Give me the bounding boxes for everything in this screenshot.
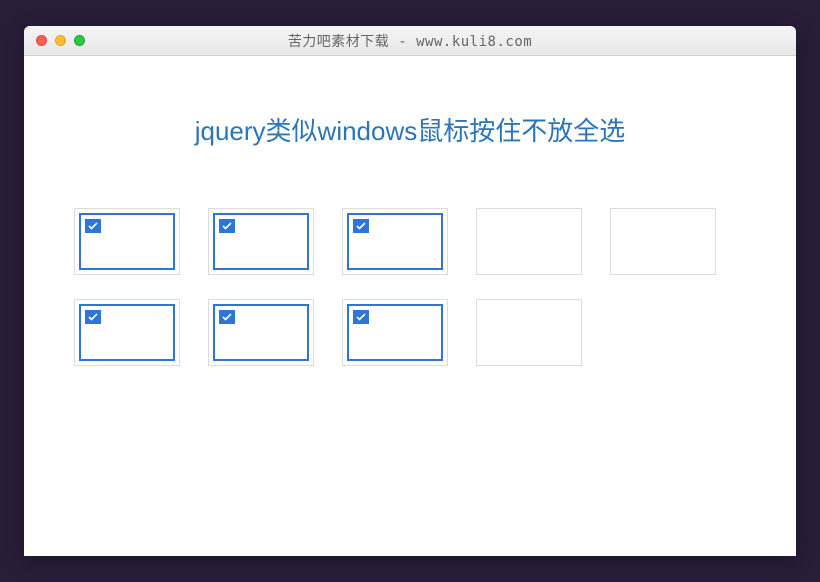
grid-item[interactable] — [342, 299, 448, 366]
grid-item[interactable] — [610, 208, 716, 275]
check-icon — [85, 219, 101, 233]
traffic-lights — [36, 35, 85, 46]
grid-item[interactable] — [74, 208, 180, 275]
content-area[interactable]: jquery类似windows鼠标按住不放全选 — [24, 56, 796, 556]
check-icon — [219, 219, 235, 233]
grid-item[interactable] — [476, 299, 582, 366]
maximize-button[interactable] — [74, 35, 85, 46]
selection-border — [213, 213, 309, 270]
check-icon — [85, 310, 101, 324]
grid-item[interactable] — [74, 299, 180, 366]
check-icon — [353, 310, 369, 324]
selection-border — [213, 304, 309, 361]
grid-item[interactable] — [208, 208, 314, 275]
selectable-grid[interactable] — [74, 208, 746, 366]
close-button[interactable] — [36, 35, 47, 46]
grid-item[interactable] — [342, 208, 448, 275]
grid-item[interactable] — [208, 299, 314, 366]
check-icon — [353, 219, 369, 233]
titlebar: 苦力吧素材下载 - www.kuli8.com — [24, 26, 796, 56]
grid-item[interactable] — [476, 208, 582, 275]
selection-border — [347, 304, 443, 361]
page-title: jquery类似windows鼠标按住不放全选 — [74, 111, 746, 148]
window-title: 苦力吧素材下载 - www.kuli8.com — [36, 31, 784, 51]
selection-border — [79, 304, 175, 361]
browser-window: 苦力吧素材下载 - www.kuli8.com jquery类似windows鼠… — [24, 26, 796, 556]
selection-border — [79, 213, 175, 270]
minimize-button[interactable] — [55, 35, 66, 46]
check-icon — [219, 310, 235, 324]
selection-border — [347, 213, 443, 270]
